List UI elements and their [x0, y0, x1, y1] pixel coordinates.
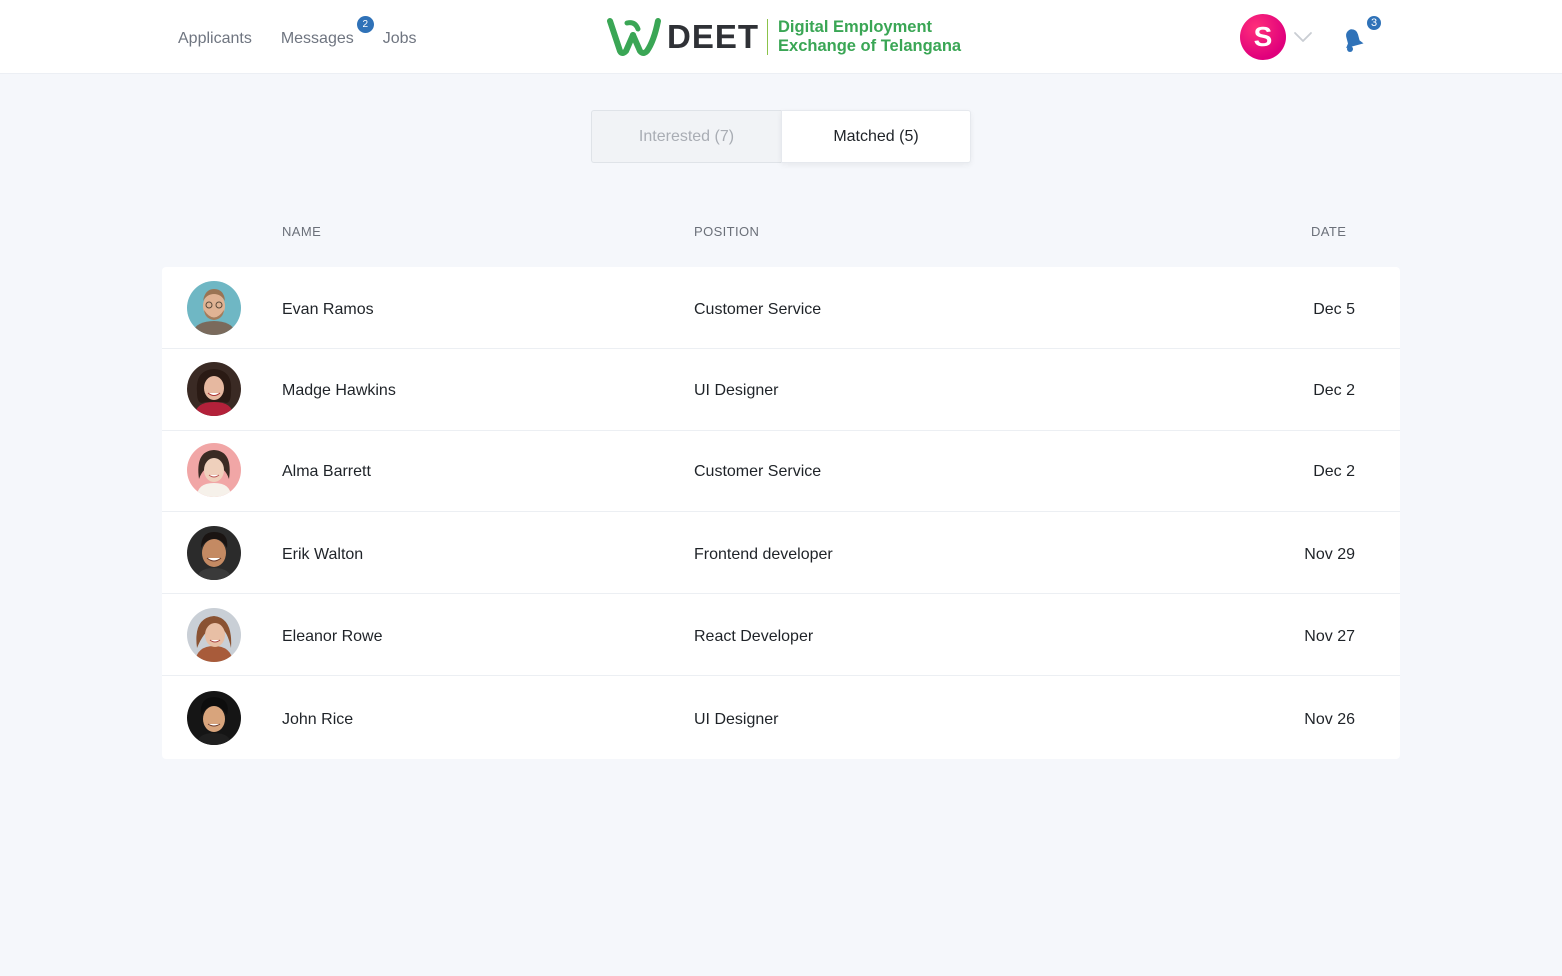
table-row[interactable]: Erik Walton Frontend developer Nov 29 — [162, 512, 1400, 594]
chevron-down-icon[interactable] — [1293, 30, 1313, 44]
avatar — [187, 281, 241, 335]
applicant-name[interactable]: Alma Barrett — [282, 462, 371, 482]
nav-messages-label: Messages — [280, 30, 354, 47]
applicant-name[interactable]: John Rice — [282, 710, 353, 730]
notifications-badge: 3 — [1365, 14, 1383, 32]
tab-interested[interactable]: Interested (7) — [591, 110, 781, 163]
applicant-position: Frontend developer — [694, 546, 833, 563]
bell-icon[interactable] — [1338, 24, 1368, 54]
avatar — [187, 526, 241, 580]
applicant-tabs: Interested (7) Matched (5) — [591, 110, 971, 163]
applicant-position: Customer Service — [694, 463, 822, 480]
column-header-name[interactable]: NAME — [282, 224, 321, 239]
messages-count-badge: 2 — [356, 16, 374, 33]
table-row[interactable]: John Rice UI Designer Nov 26 — [162, 676, 1400, 758]
brand-tagline: Digital Employment Exchange of Telangana — [778, 18, 961, 56]
avatar — [187, 362, 241, 416]
tab-matched[interactable]: Matched (5) — [781, 110, 971, 163]
logo-divider — [767, 19, 769, 55]
applicant-date: Dec 2 — [1313, 382, 1355, 399]
column-header-position[interactable]: POSITION — [694, 224, 759, 239]
nav-jobs-label: Jobs — [382, 30, 417, 47]
nav-applicants-label: Applicants — [178, 30, 252, 47]
top-header: Applicants Messages 2 Jobs DEET Digital … — [0, 0, 1562, 74]
avatar — [187, 691, 241, 745]
tab-matched-label: Matched (5) — [833, 127, 919, 145]
user-avatar-letter: S — [1253, 21, 1273, 52]
brand-tagline-line1: Digital Employment — [778, 18, 933, 36]
applicant-position: Customer Service — [694, 301, 822, 318]
brand-tagline-line2: Exchange of Telangana — [778, 37, 962, 55]
table-row[interactable]: Madge Hawkins UI Designer Dec 2 — [162, 349, 1400, 431]
applicant-date: Nov 29 — [1304, 546, 1355, 563]
table-row[interactable]: Eleanor Rowe React Developer Nov 27 — [162, 594, 1400, 676]
deet-logo-mark-icon — [607, 18, 661, 56]
table-row[interactable]: Alma Barrett Customer Service Dec 2 — [162, 430, 1400, 512]
applicant-name[interactable]: Eleanor Rowe — [282, 627, 383, 647]
applicant-date: Nov 27 — [1304, 628, 1355, 645]
table-row[interactable]: Evan Ramos Customer Service Dec 5 — [162, 267, 1400, 349]
applicant-name[interactable]: Erik Walton — [282, 545, 363, 565]
nav-applicants[interactable]: Applicants — [178, 29, 252, 49]
applicant-position: UI Designer — [694, 711, 779, 728]
avatar — [187, 608, 241, 662]
nav-messages[interactable]: Messages 2 — [280, 16, 374, 49]
deet-logo[interactable]: DEET Digital Employment Exchange of Tela… — [607, 16, 961, 58]
applicant-position: UI Designer — [694, 382, 779, 399]
applicant-name[interactable]: Madge Hawkins — [282, 381, 396, 401]
applicant-date: Dec 5 — [1313, 301, 1355, 318]
main-nav: Applicants Messages 2 Jobs — [178, 16, 446, 49]
brand-name: DEET — [667, 18, 760, 55]
nav-jobs[interactable]: Jobs — [383, 29, 417, 49]
tab-interested-label: Interested (7) — [638, 127, 735, 145]
user-avatar[interactable]: S — [1240, 14, 1286, 60]
matched-applicants-table: Evan Ramos Customer Service Dec 5 Madge … — [162, 267, 1400, 759]
applicant-name[interactable]: Evan Ramos — [282, 300, 374, 320]
column-header-date[interactable]: DATE — [1311, 224, 1346, 239]
applicant-date: Dec 2 — [1313, 463, 1355, 480]
applicant-date: Nov 26 — [1304, 711, 1355, 728]
applicant-position: React Developer — [694, 628, 814, 645]
avatar — [187, 443, 241, 497]
